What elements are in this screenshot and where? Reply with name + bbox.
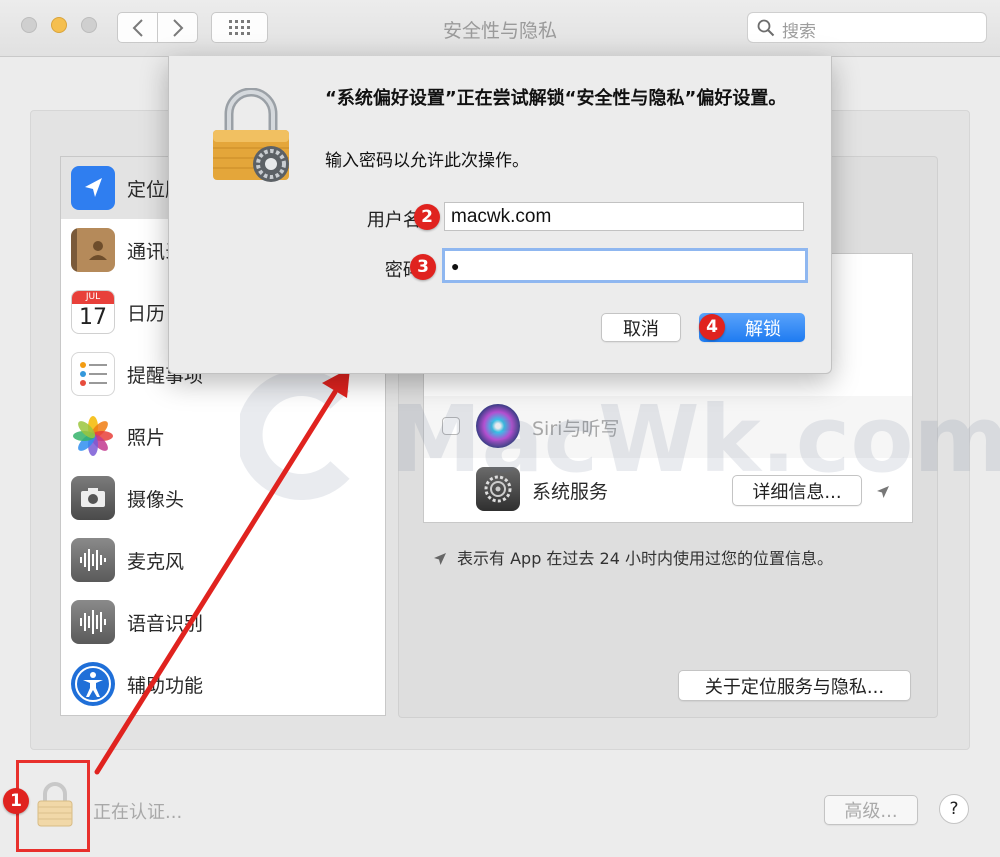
step-badge-2: 2 [414, 204, 440, 230]
cancel-button[interactable]: 取消 [601, 313, 681, 342]
step-badge-3: 3 [410, 254, 436, 280]
password-label: 密码: [384, 260, 427, 281]
dialog-title: “系统偏好设置”正在尝试解锁“安全性与隐私”偏好设置。 [325, 88, 787, 109]
unlock-auth-dialog: “系统偏好设置”正在尝试解锁“安全性与隐私”偏好设置。 输入密码以允许此次操作。… [168, 56, 832, 374]
username-field[interactable] [444, 202, 804, 231]
padlock-settings-icon [213, 88, 289, 182]
dialog-description: 输入密码以允许此次操作。 [325, 151, 529, 171]
password-mask: ● [451, 257, 460, 274]
step-badge-4: 4 [699, 314, 725, 340]
username-label: 用户名: [366, 210, 427, 231]
password-field[interactable]: ● [442, 248, 808, 283]
